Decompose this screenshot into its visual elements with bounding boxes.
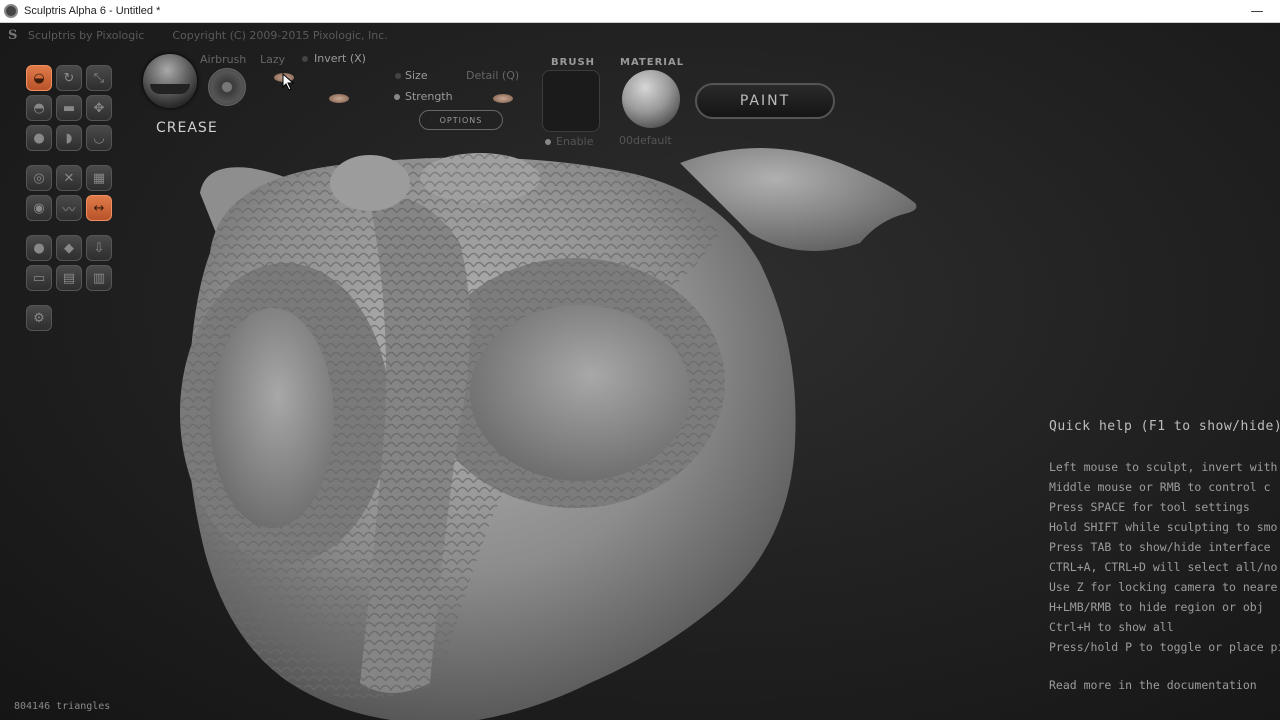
brush-preview-icon[interactable] — [143, 54, 197, 108]
crease-tool-icon[interactable]: ◒ — [26, 65, 52, 91]
invert-label[interactable]: Invert (X) — [314, 52, 366, 65]
window-title: Sculptris Alpha 6 - Untitled * — [24, 5, 161, 17]
quick-help-line: H+LMB/RMB to hide region or obj — [1049, 600, 1264, 614]
smooth-tool-icon[interactable]: ◡ — [86, 125, 112, 151]
quick-help-title: Quick help (F1 to show/hide) — [1049, 419, 1280, 434]
brush-heading: BRUSH — [551, 57, 596, 68]
quick-help-line: Press TAB to show/hide interface — [1049, 540, 1271, 554]
window-titlebar: Sculptris Alpha 6 - Untitled * — — [0, 0, 1280, 23]
sculpt-viewport[interactable]: S Sculptris by Pixologic Copyright (C) 2… — [0, 23, 1280, 720]
brush-enable-radio[interactable] — [545, 139, 551, 145]
grab-tool-icon[interactable]: ✥ — [86, 95, 112, 121]
material-preview-icon[interactable] — [622, 70, 680, 128]
rotate-tool-icon[interactable]: ↻ — [56, 65, 82, 91]
symmetry-tool-icon[interactable]: ↔ — [86, 195, 112, 221]
strength-slider-knob[interactable] — [493, 94, 513, 103]
quick-help-line: Middle mouse or RMB to control c — [1049, 480, 1271, 494]
pinch-tool-icon[interactable]: ◗ — [56, 125, 82, 151]
minimize-button[interactable]: — — [1234, 0, 1280, 23]
documentation-link[interactable]: Read more in the documentation — [1049, 675, 1280, 695]
quick-help-line: Press SPACE for tool settings — [1049, 500, 1250, 514]
brand-bar: S Sculptris by Pixologic Copyright (C) 2… — [8, 27, 388, 43]
material-heading: MATERIAL — [620, 57, 685, 68]
airbrush-label[interactable]: Airbrush — [200, 53, 246, 66]
quick-help-line: Ctrl+H to show all — [1049, 620, 1174, 634]
size-label[interactable]: Size — [405, 69, 428, 82]
plane-tool-icon[interactable]: ◆ — [56, 235, 82, 261]
export-tool-icon[interactable]: ▭ — [26, 265, 52, 291]
flatten-tool-icon[interactable]: ▬ — [56, 95, 82, 121]
options-button[interactable]: OPTIONS — [419, 110, 503, 130]
airbrush-slider-knob[interactable] — [329, 94, 349, 103]
target-tool-icon[interactable]: ◉ — [26, 195, 52, 221]
wave-tool-icon[interactable]: 〰 — [56, 195, 82, 221]
quick-help-line: CTRL+A, CTRL+D will select all/no — [1049, 560, 1278, 574]
quick-help-line: Use Z for locking camera to neare — [1049, 580, 1278, 594]
strength-label[interactable]: Strength — [405, 90, 453, 103]
app-icon — [4, 4, 18, 18]
brush-enable-label[interactable]: Enable — [556, 135, 593, 148]
sculptris-logo-icon: S — [8, 28, 18, 43]
invert-radio[interactable] — [302, 56, 308, 62]
grid-tool-icon[interactable]: ▦ — [86, 165, 112, 191]
import-tool-icon[interactable]: ⇩ — [86, 235, 112, 261]
quick-help-line: Press/hold P to toggle or place pi — [1049, 640, 1280, 654]
quick-help-panel: Quick help (F1 to show/hide) Left mouse … — [1049, 419, 1280, 695]
open-tool-icon[interactable]: ▥ — [86, 265, 112, 291]
quick-help-line: Left mouse to sculpt, invert with — [1049, 460, 1278, 474]
scale-tool-icon[interactable]: ⤡ — [86, 65, 112, 91]
brush-slot[interactable] — [542, 70, 600, 132]
brush-name: CREASE — [156, 120, 218, 136]
brand-text: Sculptris by Pixologic — [28, 28, 145, 42]
size-radio[interactable] — [395, 73, 401, 79]
reduce-tool-icon[interactable]: ◎ — [26, 165, 52, 191]
settings-tool-icon[interactable]: ⚙ — [26, 305, 52, 331]
strength-radio[interactable] — [394, 94, 400, 100]
inflate-tool-icon[interactable]: ● — [26, 125, 52, 151]
draw-tool-icon[interactable]: ◓ — [26, 95, 52, 121]
triangle-count: 804146 triangles — [14, 701, 111, 712]
copyright-text: Copyright (C) 2009-2015 Pixologic, Inc. — [172, 28, 388, 42]
detail-label[interactable]: Detail (Q) — [466, 69, 519, 82]
lazy-label[interactable]: Lazy — [260, 53, 285, 66]
save-tool-icon[interactable]: ▤ — [56, 265, 82, 291]
paint-button[interactable]: PAINT — [695, 83, 835, 119]
falloff-button[interactable] — [208, 68, 246, 106]
quick-help-line: Hold SHIFT while sculpting to smo — [1049, 520, 1278, 534]
sculpt-model[interactable] — [160, 123, 940, 720]
mouse-cursor-icon — [282, 73, 295, 91]
mask-tool-icon[interactable]: ✕ — [56, 165, 82, 191]
sphere-tool-icon[interactable]: ● — [26, 235, 52, 261]
material-name: 00default — [619, 134, 672, 147]
